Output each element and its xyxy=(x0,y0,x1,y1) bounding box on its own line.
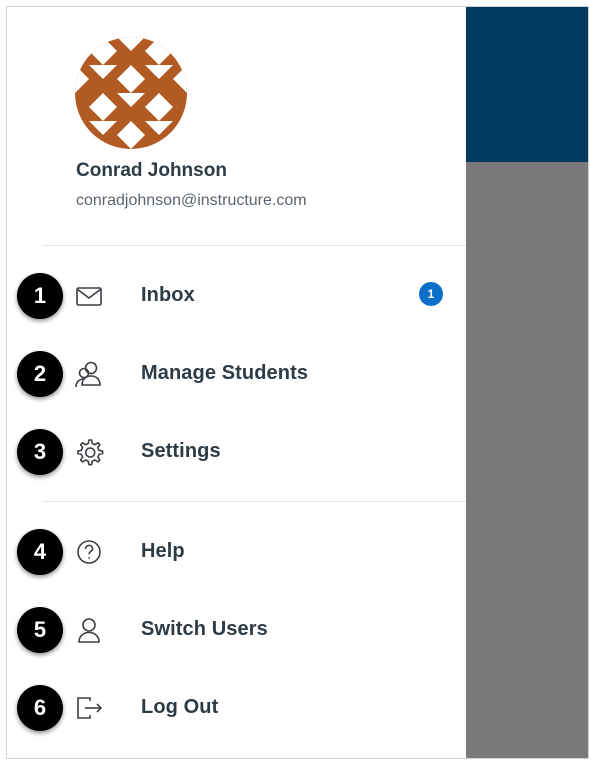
help-icon xyxy=(73,536,105,568)
menu-item-label: Manage Students xyxy=(141,362,309,384)
menu-item-inbox[interactable]: Inbox 1 xyxy=(7,266,466,326)
menu-item-label: Log Out xyxy=(141,696,219,718)
patterned-avatar-icon xyxy=(75,37,187,149)
callout-marker: 5 xyxy=(17,607,63,653)
callout-marker: 1 xyxy=(17,273,63,319)
logout-icon xyxy=(73,692,105,724)
menu-item-settings[interactable]: Settings xyxy=(7,422,466,482)
navigation-drawer: Conrad Johnson conradjohnson@instructure… xyxy=(7,7,466,758)
user-icon xyxy=(73,614,105,646)
app-frame: Conrad Johnson conradjohnson@instructure… xyxy=(6,6,589,759)
divider xyxy=(42,245,466,246)
menu-item-log-out[interactable]: Log Out xyxy=(7,678,466,738)
user-name: Conrad Johnson xyxy=(76,160,227,181)
menu-item-label: Inbox xyxy=(141,284,195,306)
unread-badge: 1 xyxy=(419,282,443,306)
menu-item-help[interactable]: Help xyxy=(7,522,466,582)
avatar[interactable] xyxy=(75,37,187,149)
menu-item-label: Help xyxy=(141,540,185,562)
callout-marker: 4 xyxy=(17,529,63,575)
callout-marker: 2 xyxy=(17,351,63,397)
menu-item-label: Switch Users xyxy=(141,618,268,640)
user-email: conradjohnson@instructure.com xyxy=(76,192,307,209)
mail-icon xyxy=(73,280,105,312)
users-icon xyxy=(73,358,105,390)
gear-icon xyxy=(73,436,105,468)
menu-item-label: Settings xyxy=(141,440,221,462)
callout-marker: 6 xyxy=(17,685,63,731)
menu-item-manage-students[interactable]: Manage Students xyxy=(7,344,466,404)
app-header-bar xyxy=(466,7,588,162)
menu-item-switch-users[interactable]: Switch Users xyxy=(7,600,466,660)
divider xyxy=(42,501,466,502)
callout-marker: 3 xyxy=(17,429,63,475)
